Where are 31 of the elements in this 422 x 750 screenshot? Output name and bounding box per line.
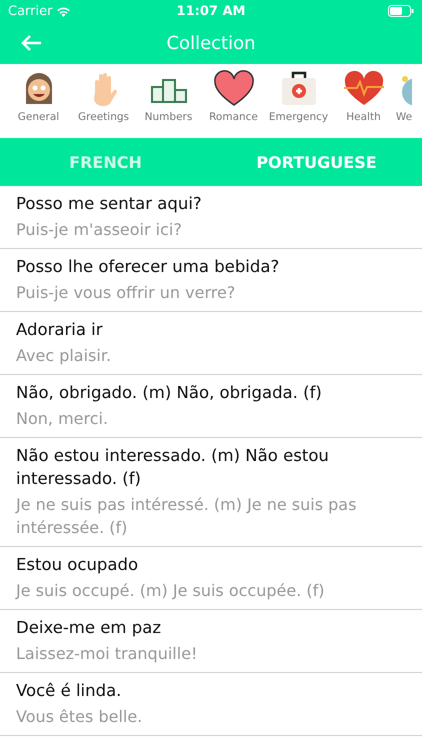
screen-title: Collection xyxy=(166,32,256,54)
category-item[interactable]: Romance xyxy=(201,64,266,138)
phrase-text: Não, obrigado. (m) Não, obrigada. (f) xyxy=(16,382,323,404)
category-item[interactable]: Numbers xyxy=(136,64,201,138)
carrier-label: Carrier xyxy=(8,4,52,18)
translation-text: Puis-je m'asseoir ici? xyxy=(16,219,183,241)
battery-icon xyxy=(388,5,414,17)
translation-text: Vous êtes belle. xyxy=(16,706,144,728)
back-button[interactable] xyxy=(20,34,42,52)
category-item[interactable]: Greetings xyxy=(71,64,136,138)
translation-text: Je suis occupé. (m) Je suis occupée. (f) xyxy=(16,580,326,602)
category-item[interactable]: Emergency xyxy=(266,64,331,138)
translation-text: Je ne suis pas intéressé. (m) Je ne suis pas intéressée. (f) xyxy=(16,494,358,539)
phrase-text: Deixe-me em paz xyxy=(16,617,162,639)
phrase-text: Posso me sentar aqui? xyxy=(16,193,203,215)
wifi-icon xyxy=(56,6,72,16)
category-item[interactable]: We xyxy=(396,64,412,138)
translation-text: Puis-je vous offrir un verre? xyxy=(16,282,236,304)
phrase-text: Estou ocupado xyxy=(16,554,140,576)
heart-icon xyxy=(212,70,254,108)
clock-time: 11:07 AM xyxy=(176,4,246,18)
translation-text: Non, merci. xyxy=(16,408,110,430)
category-item[interactable]: General xyxy=(6,64,71,138)
translation-text: Laissez-moi tranquille! xyxy=(16,643,198,665)
phrase-text: Não estou interessado. (m) Não estou interessado. (f) xyxy=(16,445,330,490)
category-item[interactable]: Health xyxy=(331,64,396,138)
heartbeat-icon xyxy=(342,70,384,108)
phrase-text: Adoraria ir xyxy=(16,319,104,341)
translation-text: Avec plaisir. xyxy=(16,345,112,367)
phrase-text: Você é linda. xyxy=(16,680,122,702)
phrase-text: Posso lhe oferecer uma bebida? xyxy=(16,256,280,278)
